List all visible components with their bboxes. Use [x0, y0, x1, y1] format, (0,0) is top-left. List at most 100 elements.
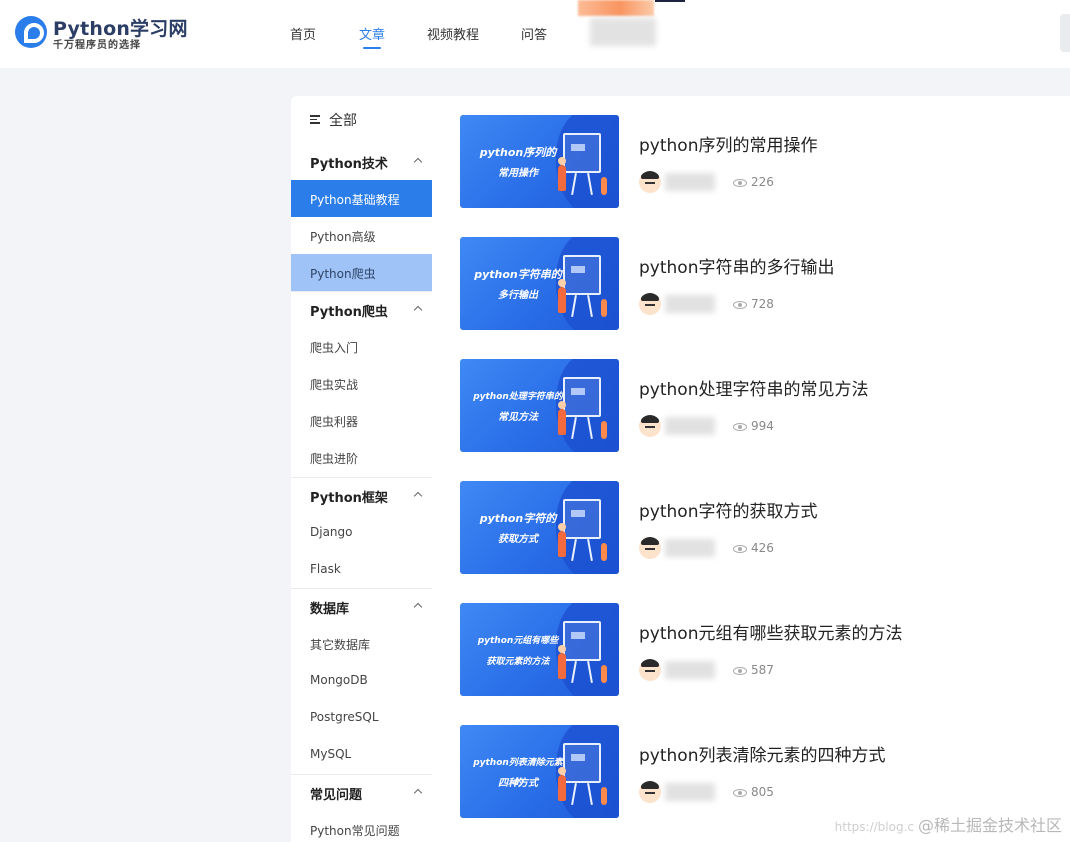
sidebar-item-label: Django — [310, 525, 353, 539]
group-title: 常见问题 — [310, 788, 363, 803]
thumbnail-caption: 四种方式 — [498, 778, 538, 789]
header-right-edge — [1060, 14, 1070, 52]
article-thumbnail[interactable]: python字符的 获取方式 — [460, 481, 619, 574]
nav-video-tutorials[interactable]: 视频教程 — [427, 24, 479, 43]
group-header[interactable]: Python技术 — [291, 144, 432, 180]
watermark-url: https://blog.c — [834, 820, 914, 834]
sidebar-all[interactable]: 全部 — [291, 108, 432, 132]
author-avatar[interactable] — [639, 293, 661, 315]
group-header[interactable]: Python爬虫 — [291, 292, 432, 328]
sidebar-item-label: 爬虫进阶 — [310, 452, 359, 466]
author-avatar[interactable] — [639, 659, 661, 681]
sidebar-item-label: 爬虫入门 — [310, 341, 359, 355]
author-avatar[interactable] — [639, 781, 661, 803]
sidebar-group-crawler: Python爬虫 爬虫入门 爬虫实战 爬虫利器 爬虫进阶 — [291, 292, 432, 476]
article-card[interactable]: python列表清除元素的 四种方式 python列表清除元素的四种方式 805 — [460, 725, 1060, 819]
eye-icon — [733, 545, 747, 553]
thumbnail-caption: 获取方式 — [498, 534, 538, 545]
author-avatar[interactable] — [639, 537, 661, 559]
nav-home[interactable]: 首页 — [290, 24, 316, 43]
article-thumbnail[interactable]: python列表清除元素的 四种方式 — [460, 725, 619, 818]
eye-icon — [733, 423, 747, 431]
article-card[interactable]: python处理字符串的 常见方法 python处理字符串的常见方法 994 — [460, 359, 1060, 453]
sidebar-item-python-faq[interactable]: Python常见问题 — [291, 811, 432, 842]
redacted-author-name — [665, 539, 715, 557]
group-header[interactable]: 数据库 — [291, 589, 432, 625]
redacted-area — [655, 0, 685, 2]
sidebar-item-label: Python常见问题 — [310, 824, 400, 838]
nav-qa[interactable]: 问答 — [521, 24, 547, 43]
eye-icon — [733, 179, 747, 187]
eye-icon — [733, 789, 747, 797]
sidebar-item-flask[interactable]: Flask — [291, 551, 432, 588]
view-count: 728 — [751, 297, 774, 311]
redacted-area — [590, 18, 656, 46]
redacted-author-name — [665, 661, 715, 679]
sidebar-item-mysql[interactable]: MySQL — [291, 736, 432, 773]
thumbnail-caption: 多行输出 — [498, 290, 538, 301]
group-title: Python技术 — [310, 157, 388, 172]
group-title: Python框架 — [310, 491, 388, 506]
sidebar-group-databases: 数据库 其它数据库 MongoDB PostgreSQL MySQL — [291, 589, 432, 773]
article-title[interactable]: python处理字符串的常见方法 — [639, 375, 868, 400]
article-card[interactable]: python字符的 获取方式 python字符的获取方式 426 — [460, 481, 1060, 575]
chevron-up-icon — [413, 491, 423, 501]
article-card[interactable]: python元组有哪些 获取元素的方法 python元组有哪些获取元素的方法 5… — [460, 603, 1060, 697]
group-title: Python爬虫 — [310, 305, 388, 320]
article-title[interactable]: python字符串的多行输出 — [639, 253, 834, 278]
sidebar-item-django[interactable]: Django — [291, 514, 432, 551]
author-avatar[interactable] — [639, 415, 661, 437]
sidebar-group-frameworks: Python框架 Django Flask — [291, 478, 432, 588]
sidebar-group-faq: 常见问题 Python常见问题 — [291, 775, 432, 842]
sidebar-item-other-databases[interactable]: 其它数据库 — [291, 625, 432, 662]
sidebar-item-crawler-tools[interactable]: 爬虫利器 — [291, 402, 432, 439]
sidebar-item-crawler-advanced[interactable]: 爬虫进阶 — [291, 439, 432, 476]
view-count: 587 — [751, 663, 774, 677]
article-title[interactable]: python元组有哪些获取元素的方法 — [639, 619, 902, 644]
sidebar-item-crawler-practice[interactable]: 爬虫实战 — [291, 365, 432, 402]
sidebar-item-label: MySQL — [310, 747, 352, 761]
eye-icon — [733, 301, 747, 309]
site-logo[interactable]: Python学习网 千万程序员的选择 — [15, 15, 187, 55]
thumbnail-caption: python字符串的 — [474, 268, 562, 281]
thumbnail-caption: 常用操作 — [498, 168, 538, 179]
view-count: 226 — [751, 175, 774, 189]
article-thumbnail[interactable]: python元组有哪些 获取元素的方法 — [460, 603, 619, 696]
content-panel: 全部 Python技术 Python基础教程 Python高级 Python爬虫… — [291, 96, 1070, 842]
author-avatar[interactable] — [639, 171, 661, 193]
view-count: 426 — [751, 541, 774, 555]
redacted-author-name — [665, 295, 715, 313]
sidebar-item-python-basics[interactable]: Python基础教程 — [291, 180, 432, 217]
article-title[interactable]: python列表清除元素的四种方式 — [639, 741, 885, 766]
sidebar-item-python-advanced[interactable]: Python高级 — [291, 217, 432, 254]
sidebar-item-label: PostgreSQL — [310, 710, 379, 724]
view-count: 805 — [751, 785, 774, 799]
redacted-area — [578, 0, 654, 16]
nav-articles[interactable]: 文章 — [359, 24, 385, 49]
thumbnail-caption: 获取元素的方法 — [486, 657, 550, 667]
article-card[interactable]: python字符串的 多行输出 python字符串的多行输出 728 — [460, 237, 1060, 331]
sidebar-item-label: Flask — [310, 562, 341, 576]
article-thumbnail[interactable]: python字符串的 多行输出 — [460, 237, 619, 330]
article-thumbnail[interactable]: python序列的 常用操作 — [460, 115, 619, 208]
redacted-author-name — [665, 173, 715, 191]
article-card[interactable]: python序列的 常用操作 python序列的常用操作 226 — [460, 115, 1060, 209]
group-header[interactable]: 常见问题 — [291, 775, 432, 811]
article-title[interactable]: python序列的常用操作 — [639, 131, 817, 156]
sidebar-item-label: Python基础教程 — [310, 193, 400, 207]
thumbnail-caption: python字符的 — [479, 512, 557, 525]
eye-icon — [733, 667, 747, 675]
sidebar-item-crawler-intro[interactable]: 爬虫入门 — [291, 328, 432, 365]
sidebar-item-mongodb[interactable]: MongoDB — [291, 662, 432, 699]
redacted-author-name — [665, 417, 715, 435]
article-title[interactable]: python字符的获取方式 — [639, 497, 817, 522]
active-tab-underline — [363, 47, 381, 49]
sidebar-item-python-crawler[interactable]: Python爬虫 — [291, 254, 432, 291]
article-thumbnail[interactable]: python处理字符串的 常见方法 — [460, 359, 619, 452]
view-count: 994 — [751, 419, 774, 433]
logo-subtitle: 千万程序员的选择 — [53, 40, 141, 51]
group-header[interactable]: Python框架 — [291, 478, 432, 514]
sidebar-item-label: Python高级 — [310, 230, 376, 244]
thumbnail-caption: python元组有哪些 — [477, 636, 559, 646]
sidebar-item-postgresql[interactable]: PostgreSQL — [291, 699, 432, 736]
